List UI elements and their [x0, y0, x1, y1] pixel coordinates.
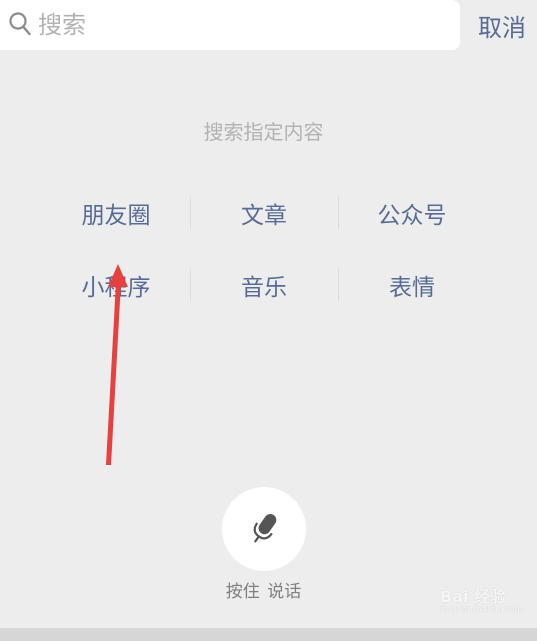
search-icon	[9, 12, 31, 36]
category-music[interactable]: 音乐	[190, 268, 338, 302]
bottom-bar	[0, 628, 537, 641]
category-moments[interactable]: 朋友圈	[42, 196, 190, 230]
search-input[interactable]	[38, 6, 438, 44]
category-articles[interactable]: 文章	[190, 196, 338, 230]
category-official-accounts[interactable]: 公众号	[338, 196, 486, 230]
category-row: 小程序 音乐 表情	[42, 250, 486, 320]
watermark-url: jingyan.baidu.com	[440, 605, 524, 615]
category-mini-programs[interactable]: 小程序	[42, 268, 190, 302]
search-bar[interactable]	[0, 0, 460, 50]
search-hint: 搜索指定内容	[203, 120, 324, 144]
category-row: 朋友圈 文章 公众号	[42, 178, 486, 248]
watermark-brand: Bai 经验	[440, 587, 507, 606]
microphone-icon	[253, 513, 277, 543]
cancel-button[interactable]: 取消	[478, 8, 526, 42]
search-category-grid: 朋友圈 文章 公众号 小程序 音乐 表情	[42, 178, 486, 320]
category-stickers[interactable]: 表情	[338, 268, 486, 302]
voice-input-button[interactable]	[222, 487, 306, 571]
watermark: Bai 经验 jingyan.baidu.com	[440, 583, 523, 615]
wechat-search-screen: 取消 搜索指定内容 朋友圈 文章 公众号 小程序 音乐 表情 按住 说话 Bai…	[0, 0, 537, 641]
